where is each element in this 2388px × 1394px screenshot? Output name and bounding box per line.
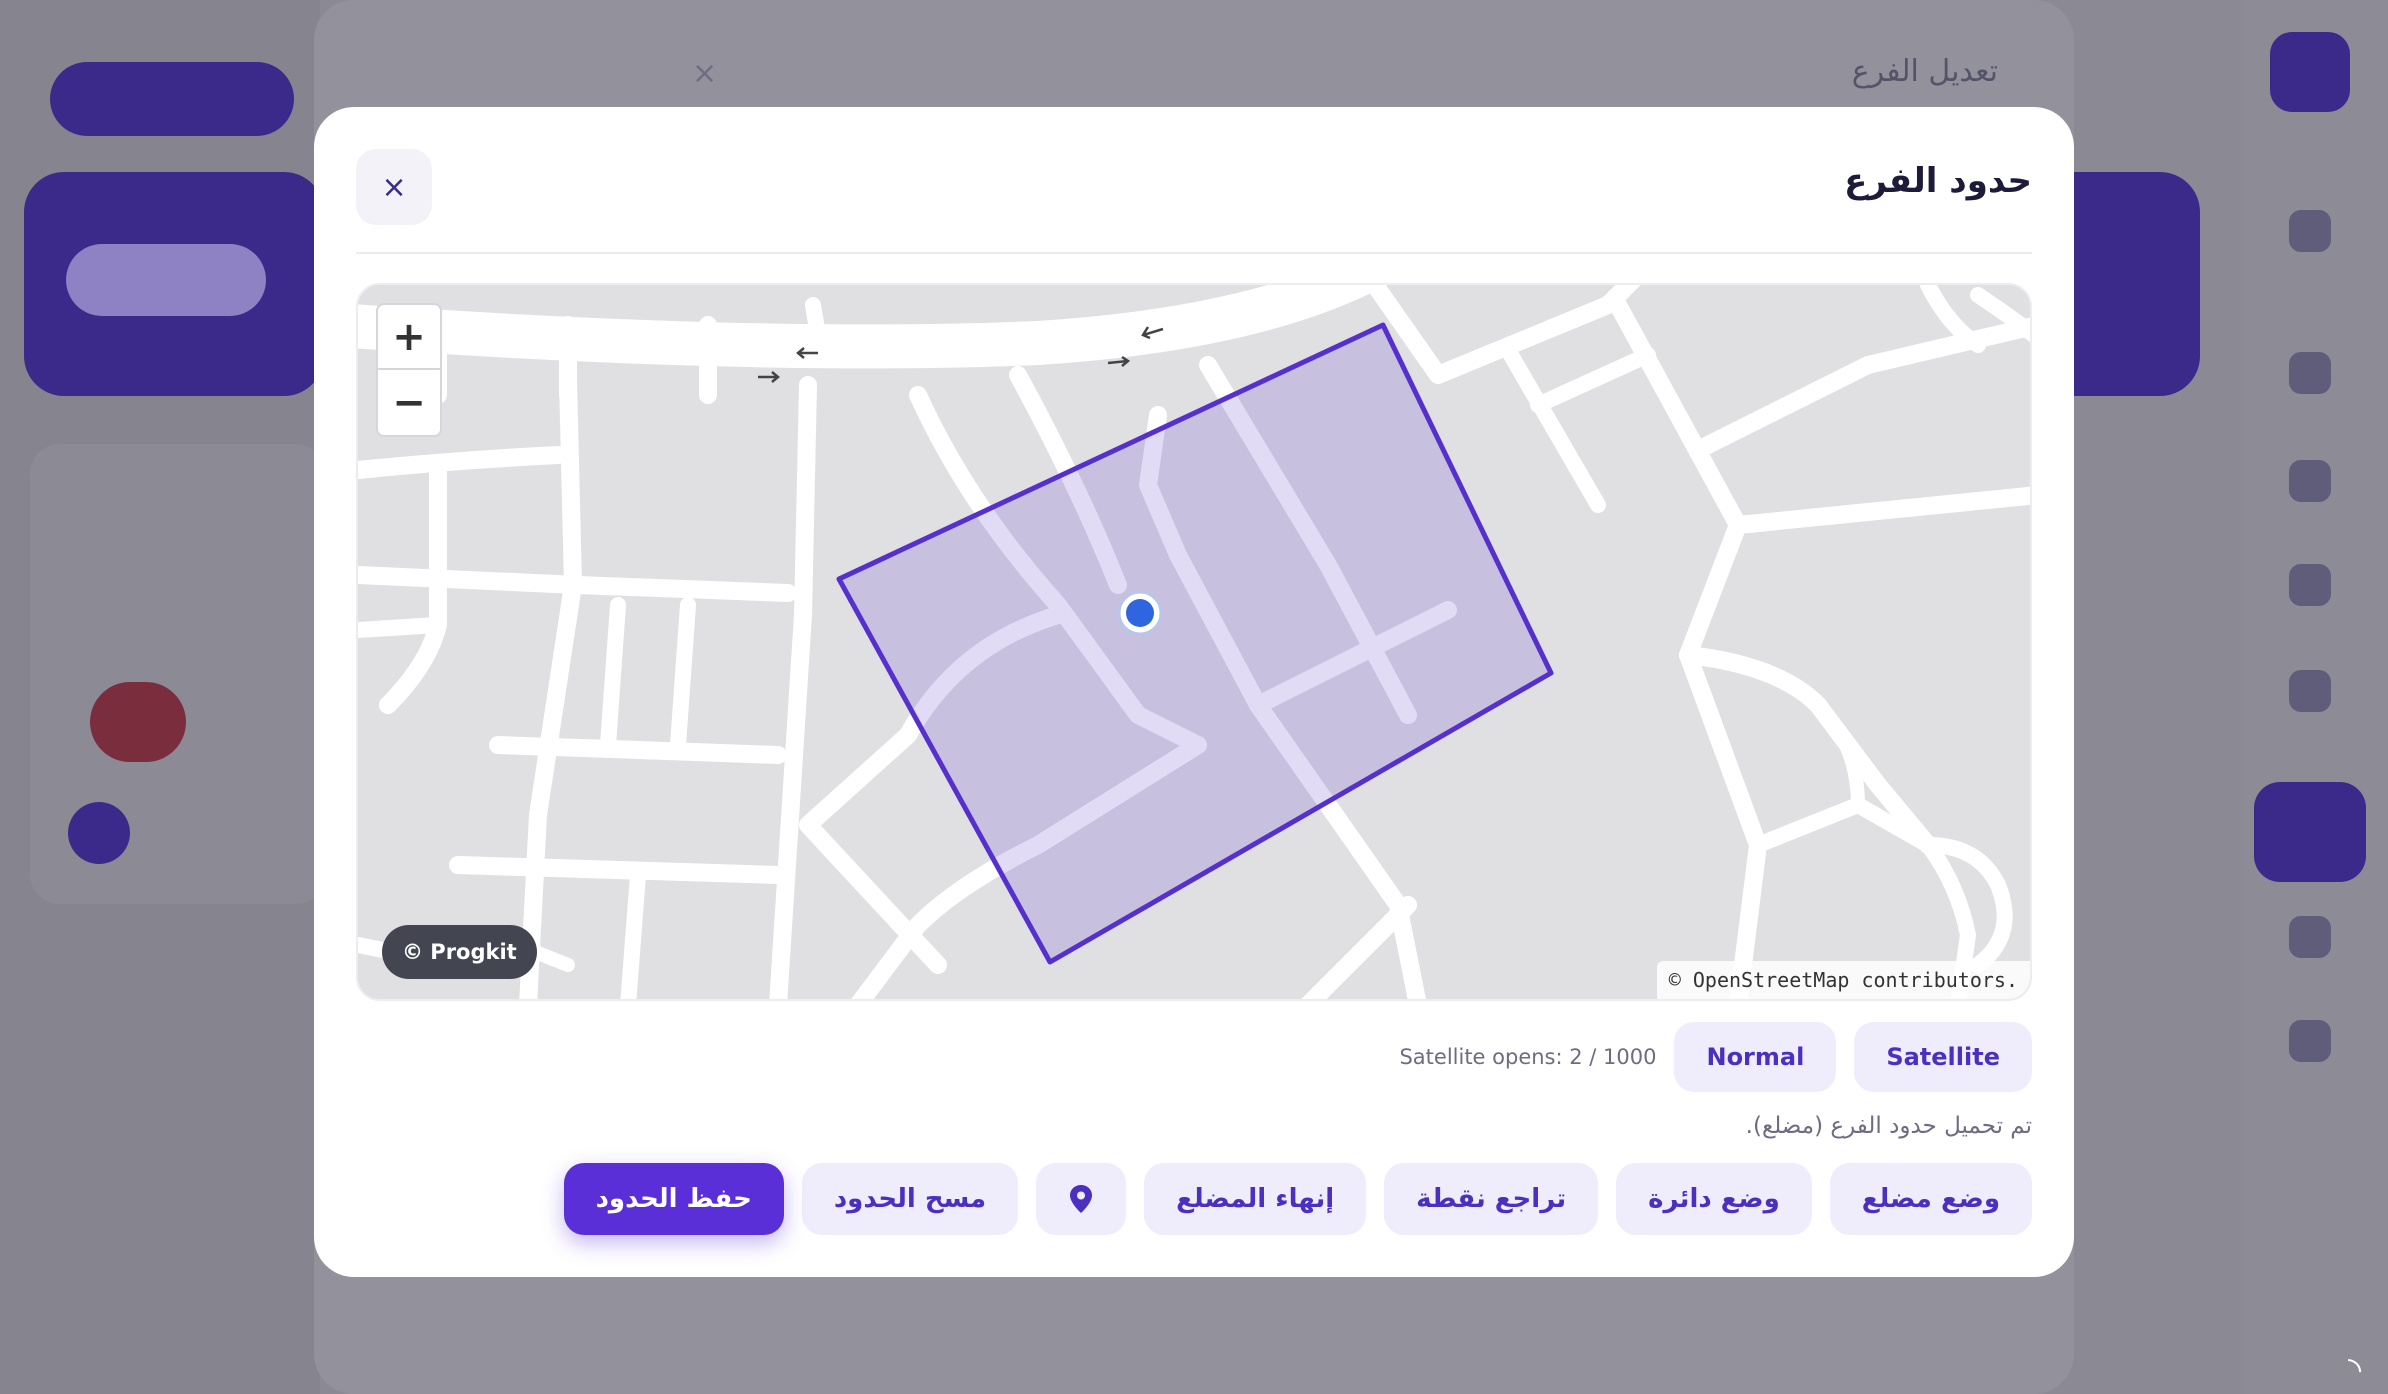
bg-rail-icon <box>2289 460 2331 502</box>
loading-spinner-icon: ◝ <box>2348 1350 2362 1390</box>
bg-close-icon: × <box>692 56 718 91</box>
clear-bounds-button[interactable]: مسح الحدود <box>801 1163 1019 1235</box>
bg-rail-active-icon <box>2254 782 2366 882</box>
bg-rail-icon <box>2289 210 2331 252</box>
zoom-in-button[interactable]: + <box>378 305 440 370</box>
bg-nav-pill <box>50 62 294 136</box>
bg-red-badge <box>90 682 186 762</box>
bg-rail-icon <box>2289 916 2331 958</box>
undo-point-button[interactable]: تراجع نقطة <box>1384 1163 1599 1235</box>
attribution-text: © OpenStreetMap contributors. <box>1668 968 2018 992</box>
status-message: تم تحميل حدود الفرع (مضلع). <box>1745 1113 2032 1139</box>
satellite-button[interactable]: Satellite <box>1854 1022 2032 1092</box>
bg-page-title: تعديل الفرع <box>1851 54 1998 89</box>
satellite-opens-counter: Satellite opens: 2 / 1000 <box>1399 1045 1657 1069</box>
map-type-toggle: Satellite Normal Satellite opens: 2 / 10… <box>1399 1022 2032 1092</box>
map-tiles <box>358 285 2030 999</box>
boundary-actions: وضع مضلع وضع دائرة تراجع نقطة إنهاء المض… <box>563 1163 2032 1235</box>
polygon-mode-button[interactable]: وضع مضلع <box>1829 1163 2032 1235</box>
close-icon: × <box>381 169 407 205</box>
header-divider <box>356 252 2032 254</box>
map-attribution: © OpenStreetMap contributors. <box>1656 961 2030 999</box>
close-button[interactable]: × <box>356 149 432 225</box>
bg-rail-icon <box>2289 352 2331 394</box>
modal-title: حدود الفرع <box>1844 161 2032 201</box>
bg-right-hero <box>2074 172 2200 396</box>
map-view[interactable]: + − © Progkit © OpenStreetMap contributo… <box>356 283 2032 1001</box>
branch-bounds-modal: حدود الفرع × + − © Progkit © OpenStreetM… <box>314 107 2074 1277</box>
finish-polygon-button[interactable]: إنهاء المضلع <box>1144 1163 1367 1235</box>
zoom-out-button[interactable]: − <box>378 370 440 435</box>
bg-hero-button <box>66 244 266 316</box>
map-pin-icon <box>1070 1185 1093 1213</box>
progkit-watermark[interactable]: © Progkit <box>382 925 537 979</box>
bg-rail-icon <box>2289 564 2331 606</box>
locate-button[interactable] <box>1036 1163 1127 1235</box>
bg-rail-add-icon <box>2270 32 2350 112</box>
location-marker-icon <box>1117 590 1163 636</box>
circle-mode-button[interactable]: وضع دائرة <box>1616 1163 1812 1235</box>
zoom-control: + − <box>376 303 442 437</box>
bg-purple-avatar <box>68 802 130 864</box>
save-bounds-button[interactable]: حفظ الحدود <box>563 1163 784 1235</box>
bg-rail-icon <box>2289 1020 2331 1062</box>
normal-button[interactable]: Normal <box>1674 1022 1837 1092</box>
bg-rail-icon <box>2289 670 2331 712</box>
